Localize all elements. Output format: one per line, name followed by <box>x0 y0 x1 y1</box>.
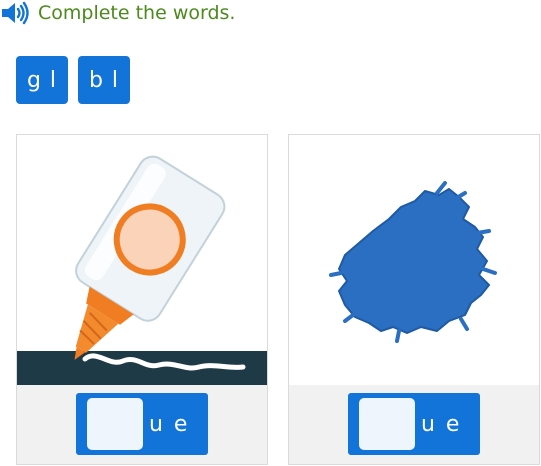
word-suffix: u e <box>421 411 462 437</box>
word-box: u e <box>76 393 208 455</box>
instruction-text: Complete the words. <box>38 2 236 24</box>
letter-tile-bl[interactable]: b l <box>78 56 130 104</box>
blank-drop-slot[interactable] <box>359 398 415 450</box>
word-card-glue: u e <box>16 134 268 465</box>
blank-drop-slot[interactable] <box>87 398 143 450</box>
glue-bottle-image <box>17 135 267 385</box>
answer-area: u e <box>289 385 539 464</box>
speaker-icon[interactable] <box>0 1 30 25</box>
letter-tile-bank: g l b l <box>16 56 130 104</box>
blue-paint-image <box>289 135 539 385</box>
word-suffix: u e <box>149 411 190 437</box>
word-box: u e <box>348 393 480 455</box>
word-card-blue: u e <box>288 134 540 465</box>
exercise-page: Complete the words. g l b l u e u e <box>0 0 541 466</box>
instruction-row: Complete the words. <box>0 0 235 26</box>
answer-area: u e <box>17 385 267 464</box>
letter-tile-gl[interactable]: g l <box>16 56 68 104</box>
